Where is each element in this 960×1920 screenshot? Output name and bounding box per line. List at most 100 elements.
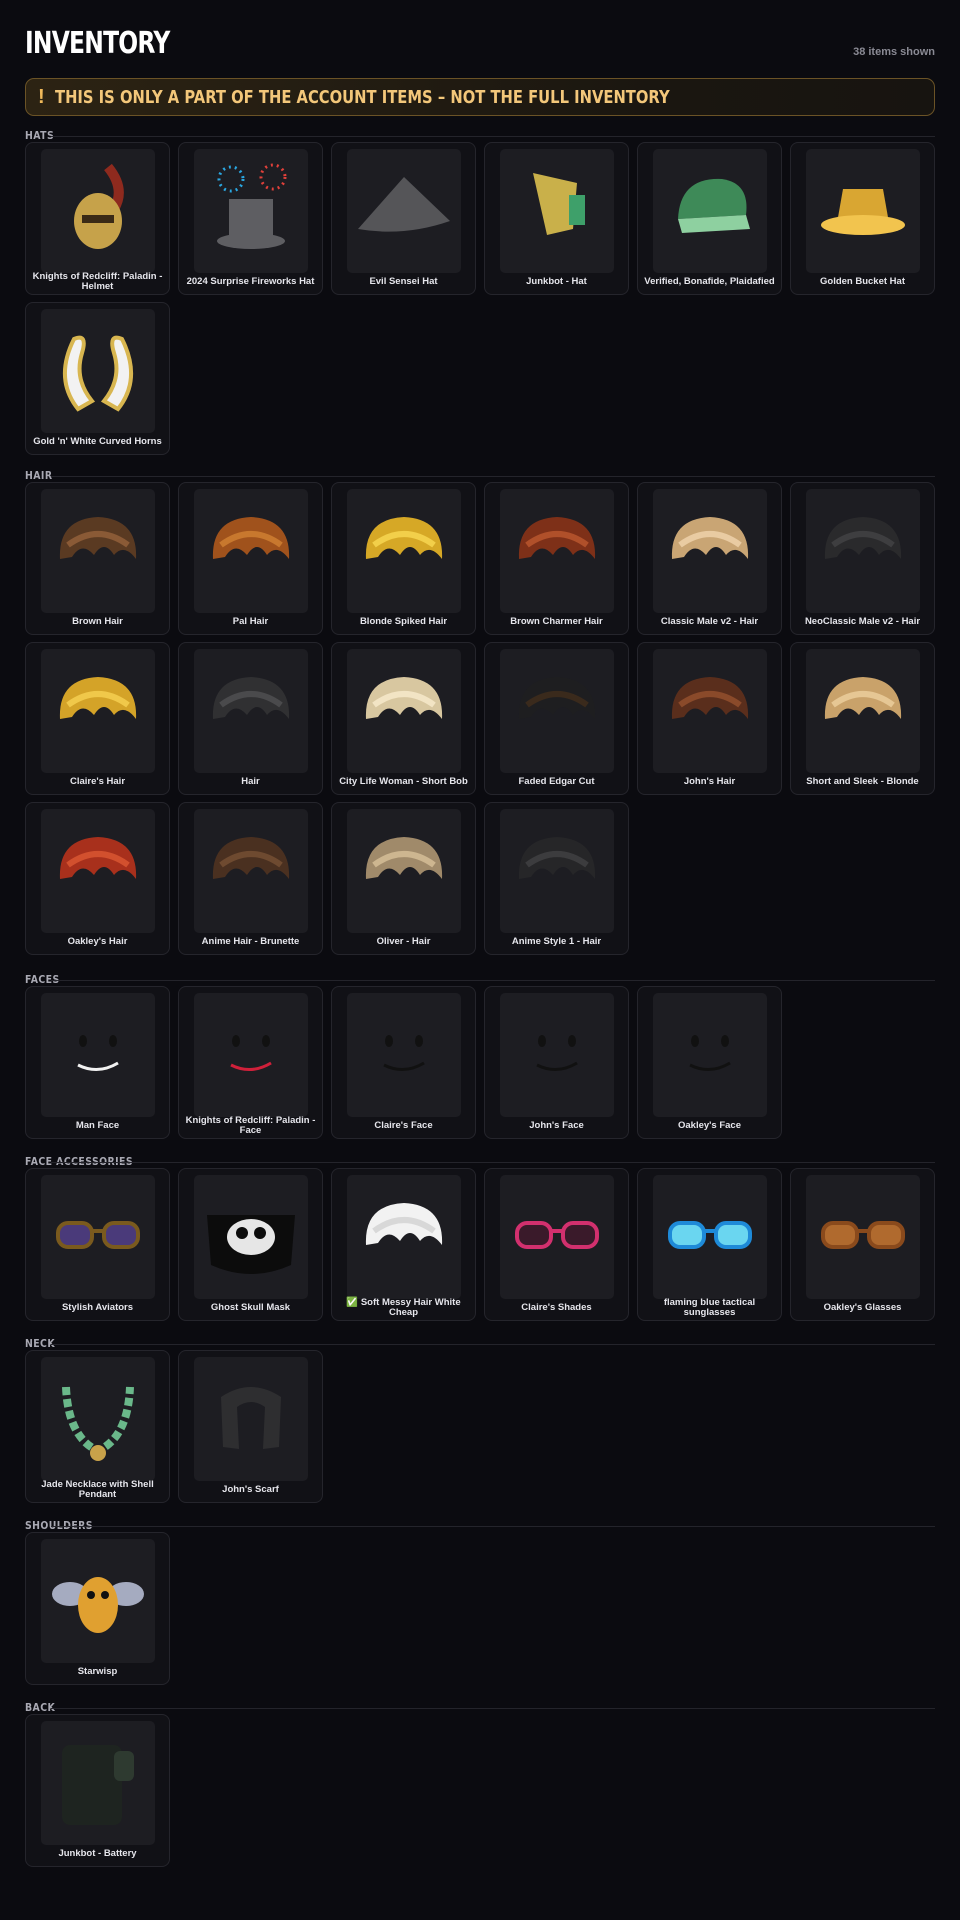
item-card[interactable]: John's Hair (637, 642, 782, 795)
item-card[interactable]: ✅ Soft Messy Hair White Cheap (331, 1168, 476, 1321)
hair-icon (507, 499, 607, 604)
item-name: Claire's Shades (521, 1302, 592, 1313)
item-card[interactable]: Oakley's Face (637, 986, 782, 1139)
item-card[interactable]: Stylish Aviators (25, 1168, 170, 1321)
item-name: Blonde Spiked Hair (359, 616, 448, 627)
face-icon (660, 1003, 760, 1108)
item-thumbnail (41, 1357, 155, 1481)
warning-text: THIS IS ONLY A PART OF THE ACCOUNT ITEMS… (54, 86, 670, 108)
necklace-icon (48, 1367, 148, 1472)
item-thumbnail (194, 1175, 308, 1299)
item-name: Verified, Bonafide, Plaidafied (644, 276, 775, 287)
face-icon (507, 1003, 607, 1108)
horns-icon (48, 319, 148, 424)
item-card[interactable]: Ghost Skull Mask (178, 1168, 323, 1321)
scarf-icon (201, 1367, 301, 1472)
item-name: Golden Bucket Hat (820, 276, 905, 287)
item-name: Classic Male v2 - Hair (660, 616, 759, 627)
item-name: Claire's Face (374, 1120, 433, 1131)
item-name: Evil Sensei Hat (369, 276, 438, 287)
item-card[interactable]: Blonde Spiked Hair (331, 482, 476, 635)
item-name: Knights of Redcliff: Paladin - Face (185, 1115, 316, 1136)
item-card[interactable]: NeoClassic Male v2 - Hair (790, 482, 935, 635)
item-card[interactable]: Starwisp (25, 1532, 170, 1685)
item-name: Oakley's Glasses (823, 1302, 902, 1313)
item-thumbnail (41, 1721, 155, 1845)
item-thumbnail (500, 489, 614, 613)
section-neck: NECK Jade Necklace with Shell Pendant Jo… (25, 1336, 935, 1503)
item-card[interactable]: Anime Hair - Brunette (178, 802, 323, 955)
section-faces: FACES Man Face Knights of Redcliff: Pala… (25, 972, 935, 1139)
hair-icon (201, 659, 301, 764)
item-thumbnail (194, 993, 308, 1117)
hair-icon (354, 659, 454, 764)
item-card[interactable]: Claire's Hair (25, 642, 170, 795)
cone-hat-icon (354, 159, 454, 264)
item-card[interactable]: Evil Sensei Hat (331, 142, 476, 295)
item-card[interactable]: Claire's Face (331, 986, 476, 1139)
item-card[interactable]: 2024 Surprise Fireworks Hat (178, 142, 323, 295)
hair-icon (48, 659, 148, 764)
item-thumbnail (41, 1175, 155, 1299)
item-card[interactable]: Man Face (25, 986, 170, 1139)
hair-icon (660, 659, 760, 764)
item-card[interactable]: Brown Hair (25, 482, 170, 635)
item-grid: Junkbot - Battery (25, 1714, 935, 1867)
item-card[interactable]: Junkbot - Hat (484, 142, 629, 295)
item-card[interactable]: Pal Hair (178, 482, 323, 635)
item-name: John's Face (529, 1120, 584, 1131)
top-hat-icon (201, 159, 301, 264)
item-thumbnail (41, 1539, 155, 1663)
item-card[interactable]: Knights of Redcliff: Paladin - Face (178, 986, 323, 1139)
item-card[interactable]: Claire's Shades (484, 1168, 629, 1321)
item-card[interactable]: Short and Sleek - Blonde (790, 642, 935, 795)
section-face-accessories: FACE ACCESSORIES Stylish Aviators Ghost … (25, 1154, 935, 1321)
item-name: Anime Hair - Brunette (201, 936, 300, 947)
item-card[interactable]: Verified, Bonafide, Plaidafied (637, 142, 782, 295)
section-shoulders: SHOULDERS Starwisp (25, 1518, 935, 1685)
item-name: Stylish Aviators (61, 1302, 134, 1313)
item-card[interactable]: City Life Woman - Short Bob (331, 642, 476, 795)
item-card[interactable]: Knights of Redcliff: Paladin - Helmet (25, 142, 170, 295)
item-thumbnail (653, 993, 767, 1117)
item-card[interactable]: Hair (178, 642, 323, 795)
item-card[interactable]: Oakley's Glasses (790, 1168, 935, 1321)
item-card[interactable]: Gold 'n' White Curved Horns (25, 302, 170, 455)
item-card[interactable]: Faded Edgar Cut (484, 642, 629, 795)
item-thumbnail (653, 1175, 767, 1299)
item-name: Man Face (75, 1120, 120, 1131)
header: INVENTORY 38 items shown (25, 0, 935, 62)
item-thumbnail (194, 489, 308, 613)
item-card[interactable]: Anime Style 1 - Hair (484, 802, 629, 955)
bee-pet-icon (48, 1549, 148, 1654)
item-card[interactable]: Junkbot - Battery (25, 1714, 170, 1867)
item-name: 2024 Surprise Fireworks Hat (186, 276, 315, 287)
item-thumbnail (653, 149, 767, 273)
bucket-hat-icon (813, 159, 913, 264)
item-card[interactable]: John's Scarf (178, 1350, 323, 1503)
aviators-icon (48, 1185, 148, 1290)
item-card[interactable]: John's Face (484, 986, 629, 1139)
item-name: John's Scarf (222, 1484, 279, 1495)
section-hair: HAIR Brown Hair Pal Hair Blonde Spiked H… (25, 468, 935, 955)
item-card[interactable]: Classic Male v2 - Hair (637, 482, 782, 635)
item-thumbnail (500, 649, 614, 773)
section-divider (51, 1162, 935, 1163)
item-thumbnail (806, 149, 920, 273)
item-card[interactable]: Golden Bucket Hat (790, 142, 935, 295)
item-thumbnail (347, 993, 461, 1117)
inventory-page: INVENTORY 38 items shown ! THIS IS ONLY … (25, 0, 935, 1867)
item-card[interactable]: Brown Charmer Hair (484, 482, 629, 635)
item-thumbnail (500, 1175, 614, 1299)
item-card[interactable]: flaming blue tactical sunglasses (637, 1168, 782, 1321)
section-divider (51, 1708, 935, 1709)
hair-icon (813, 659, 913, 764)
item-name: Pal Hair (232, 616, 269, 627)
item-name: Brown Hair (72, 616, 123, 627)
item-thumbnail (653, 649, 767, 773)
section-divider (51, 1526, 935, 1527)
item-card[interactable]: Jade Necklace with Shell Pendant (25, 1350, 170, 1503)
item-card[interactable]: Oliver - Hair (331, 802, 476, 955)
item-thumbnail (41, 309, 155, 433)
item-card[interactable]: Oakley's Hair (25, 802, 170, 955)
